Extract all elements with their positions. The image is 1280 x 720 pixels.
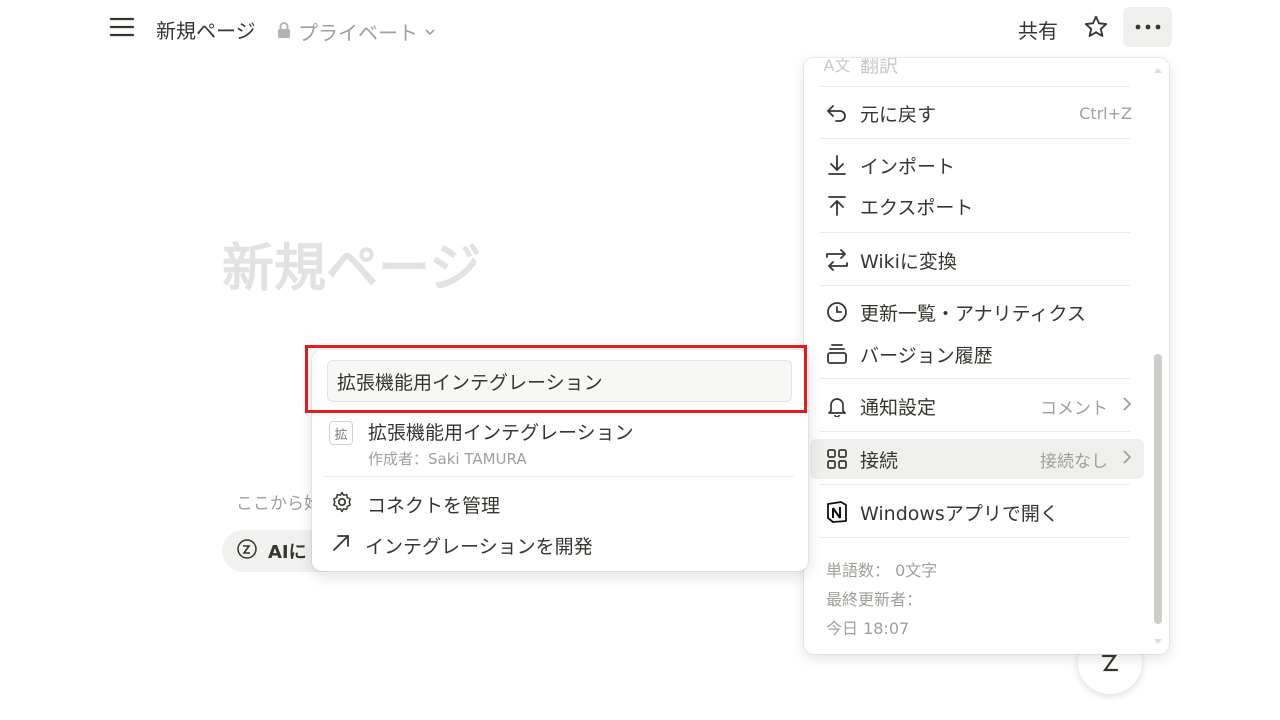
- star-icon[interactable]: [1078, 10, 1114, 44]
- connect-value-group: 接続なし: [1040, 447, 1132, 472]
- notify-value: コメント: [1040, 398, 1108, 419]
- manage-connections-item[interactable]: コネクトを管理: [322, 486, 798, 522]
- notion-icon: [822, 500, 852, 524]
- ai-icon: [236, 538, 258, 564]
- import-icon: [822, 154, 852, 176]
- windows-app-label: Windowsアプリで開く: [860, 502, 1059, 525]
- version-icon: [822, 343, 852, 365]
- privacy-label: プライベート: [298, 21, 418, 45]
- notify-item[interactable]: 通知設定 コメント: [810, 386, 1144, 426]
- page-options-menu: A文 翻訳 元に戻す Ctrl+Z インポート エクスポート Wikiに変換 更…: [804, 58, 1169, 654]
- top-bar: 新規ページ プライベート 共有: [0, 0, 1280, 56]
- word-count: 単語数： 0文字: [826, 561, 938, 580]
- ai-chip-label: AIに: [268, 542, 307, 563]
- divider: [324, 476, 794, 477]
- integration-name: 拡張機能用インテグレーション: [368, 422, 634, 444]
- chevron-down-icon: [424, 22, 436, 41]
- windows-app-item[interactable]: Windowsアプリで開く: [810, 492, 1144, 532]
- chevron-right-icon: [1122, 449, 1132, 470]
- export-label: エクスポート: [860, 196, 974, 219]
- translate-icon: A文: [823, 58, 851, 75]
- chevron-right-icon: [1122, 396, 1132, 417]
- wiki-item[interactable]: Wikiに変換: [810, 240, 1144, 280]
- divider: [820, 232, 1130, 233]
- integration-author: 作成者：Saki TAMURA: [368, 450, 527, 468]
- highlight-box: [305, 345, 807, 413]
- share-button[interactable]: 共有: [1018, 15, 1058, 44]
- connect-value: 接続なし: [1040, 451, 1108, 472]
- divider: [820, 484, 1130, 485]
- connect-label: 接続: [860, 449, 899, 472]
- divider: [820, 86, 1130, 87]
- develop-integration-label: インテグレーションを開発: [365, 535, 593, 558]
- develop-integration-item[interactable]: インテグレーションを開発: [322, 527, 798, 563]
- translate-item[interactable]: A文 翻訳: [810, 58, 1144, 84]
- lock-icon: [276, 21, 292, 43]
- export-icon: [822, 195, 852, 217]
- import-item[interactable]: インポート: [810, 145, 1144, 185]
- last-editor: 最終更新者：: [826, 590, 923, 609]
- gear-icon: [331, 491, 353, 517]
- bell-icon: [822, 395, 852, 417]
- divider: [820, 378, 1130, 379]
- export-item[interactable]: エクスポート: [810, 186, 1144, 226]
- integration-item[interactable]: 拡 拡張機能用インテグレーション 作成者：Saki TAMURA: [322, 416, 798, 470]
- notify-label: 通知設定: [860, 396, 937, 419]
- menu-icon[interactable]: [104, 10, 140, 44]
- breadcrumb-page-name[interactable]: 新規ページ: [156, 15, 256, 44]
- undo-item[interactable]: 元に戻す Ctrl+Z: [810, 93, 1144, 133]
- undo-shortcut: Ctrl+Z: [1079, 103, 1132, 123]
- grid-icon: [822, 448, 852, 470]
- privacy-dropdown[interactable]: プライベート: [276, 17, 436, 46]
- translate-label: 翻訳: [860, 58, 899, 77]
- menu-scrollbar[interactable]: [1152, 64, 1164, 648]
- scroll-down-icon[interactable]: [1153, 638, 1163, 646]
- divider: [820, 138, 1130, 139]
- integration-badge-icon: 拡: [329, 421, 353, 445]
- hint-text: ここから始: [236, 494, 321, 514]
- more-icon[interactable]: [1123, 7, 1172, 47]
- version-item[interactable]: バージョン履歴: [810, 334, 1144, 374]
- divider: [820, 537, 1130, 538]
- wiki-icon: [822, 249, 852, 271]
- scrollbar-thumb[interactable]: [1154, 354, 1162, 624]
- undo-label: 元に戻す: [860, 103, 937, 126]
- analytics-label: 更新一覧・アナリティクス: [860, 302, 1086, 325]
- divider: [820, 285, 1130, 286]
- clock-icon: [822, 301, 852, 323]
- arrow-up-right-icon: [331, 533, 351, 557]
- connect-item[interactable]: 接続 接続なし: [810, 439, 1144, 479]
- divider: [820, 431, 1130, 432]
- analytics-item[interactable]: 更新一覧・アナリティクス: [810, 292, 1144, 332]
- notify-value-group: コメント: [1040, 394, 1132, 419]
- version-label: バージョン履歴: [860, 344, 993, 367]
- undo-icon: [822, 103, 852, 123]
- scroll-up-icon[interactable]: [1153, 66, 1163, 74]
- updated-time: 今日 18:07: [826, 619, 910, 638]
- import-label: インポート: [860, 155, 956, 178]
- page-title[interactable]: 新規ページ: [222, 226, 481, 301]
- wiki-label: Wikiに変換: [860, 250, 957, 273]
- manage-connections-label: コネクトを管理: [367, 494, 501, 517]
